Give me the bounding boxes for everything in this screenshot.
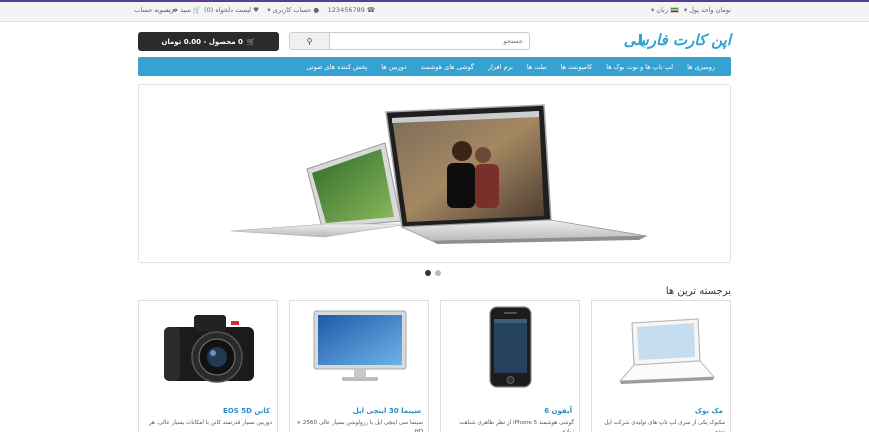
currency-label: تومان واحد پول (689, 6, 731, 14)
product-name[interactable]: سینما 30 اینچی اپل (353, 407, 421, 415)
slider-dot-2[interactable] (435, 270, 441, 276)
heart-icon: ♥ (253, 6, 259, 14)
user-icon: ● (313, 6, 319, 14)
product-description: سینما سی اینچی اپل با رزولوشن بسیار عالی… (296, 420, 423, 432)
nav-item-software[interactable]: نرم افزار (481, 63, 520, 71)
phone-link[interactable]: ☎ 123456789 (328, 6, 375, 14)
checkout-label: تسویه حساب (134, 6, 171, 14)
top-bar: تومان واحد پول ▾ زبان ▾ ☎ 123456789 ● حس… (0, 2, 869, 22)
logo-text: اپن کارت فارسی (623, 31, 732, 49)
product-card[interactable]: آیفون 6 گوشی هوشمند iPhone 5 از نظر ظاهر… (440, 300, 580, 432)
product-description: دوربین بسیار قدرتمند کانن با امکانات بسی… (148, 420, 272, 426)
phone-icon: ☎ (366, 6, 375, 14)
apple-cinema-display-image (313, 310, 407, 381)
caret-down-icon: ▾ (267, 6, 271, 14)
product-name[interactable]: کانن EOS 5D (223, 407, 270, 415)
iran-flag-icon (670, 7, 679, 13)
slider-dot-1[interactable] (425, 270, 431, 276)
search-box: ⚲ (289, 32, 530, 50)
nav-item-laptops[interactable]: لپ تاپ ها و نوت بوک ها (599, 63, 680, 71)
phone-number: 123456789 (327, 6, 365, 14)
canon-camera-image (164, 315, 254, 383)
product-name[interactable]: آیفون 6 (544, 407, 572, 415)
language-dropdown[interactable]: زبان ▾ (651, 6, 679, 14)
slider-pagination (425, 270, 441, 276)
product-description: مکبوک یکی از سری لپ تاپ های تولیدی شرکت … (604, 420, 725, 432)
banner-slider[interactable] (138, 84, 731, 263)
cart-button[interactable]: 🛒 0 محصول - 0.00 تومان (138, 32, 279, 51)
macbook-image (618, 318, 716, 384)
checkout-link[interactable]: ➦ تسویه حساب (134, 6, 178, 14)
caret-down-icon: ▾ (651, 6, 655, 14)
main-navbar: رومیزی ها لپ تاپ ها و نوت بوک ها کامپونن… (138, 57, 731, 76)
product-card[interactable]: کانن EOS 5D دوربین بسیار قدرتمند کانن با… (138, 300, 278, 432)
share-icon: ➦ (172, 6, 178, 14)
macbook-air-banner-image (230, 104, 648, 244)
currency-dropdown[interactable]: تومان واحد پول ▾ (684, 6, 731, 14)
language-label: زبان (656, 6, 668, 14)
featured-title: برجسته ترین ها (665, 286, 731, 297)
search-input[interactable] (331, 33, 529, 49)
cart-summary: 0 محصول - 0.00 تومان (161, 37, 243, 46)
wishlist-label: لیست دلخواه (0) (204, 6, 252, 14)
nav-item-cameras[interactable]: دوربین ها (374, 63, 413, 71)
iphone-image (489, 306, 532, 388)
search-icon: ⚲ (306, 36, 313, 46)
product-card[interactable]: مک بوک مکبوک یکی از سری لپ تاپ های تولید… (591, 300, 731, 432)
search-button[interactable]: ⚲ (290, 33, 330, 49)
nav-item-desktops[interactable]: رومیزی ها (680, 63, 722, 71)
site-logo[interactable]: اپن کارت فارسی (624, 31, 732, 53)
account-label: حساب کاربری (272, 6, 312, 14)
product-card[interactable]: سینما 30 اینچی اپل سینما سی اینچی اپل با… (289, 300, 429, 432)
nav-item-components[interactable]: کامپوننت ها (554, 63, 600, 71)
nav-item-mp3-players[interactable]: پخش کننده های صوتی (299, 63, 374, 71)
shopping-cart-icon: 🛒 (246, 37, 256, 46)
nav-item-tablets[interactable]: تبلت ها (520, 63, 554, 71)
product-name[interactable]: مک بوک (695, 407, 723, 415)
wishlist-link[interactable]: ♥ لیست دلخواه (0) (204, 6, 259, 14)
nav-item-phones[interactable]: گوشی های هوشمند (414, 63, 481, 71)
shopping-cart-icon: 🛒 (192, 6, 201, 14)
caret-down-icon: ▾ (683, 6, 688, 14)
account-dropdown[interactable]: ● حساب کاربری ▾ (267, 6, 319, 14)
product-description: گوشی هوشمند iPhone 5 از نظر ظاهری شباهت … (459, 420, 574, 432)
